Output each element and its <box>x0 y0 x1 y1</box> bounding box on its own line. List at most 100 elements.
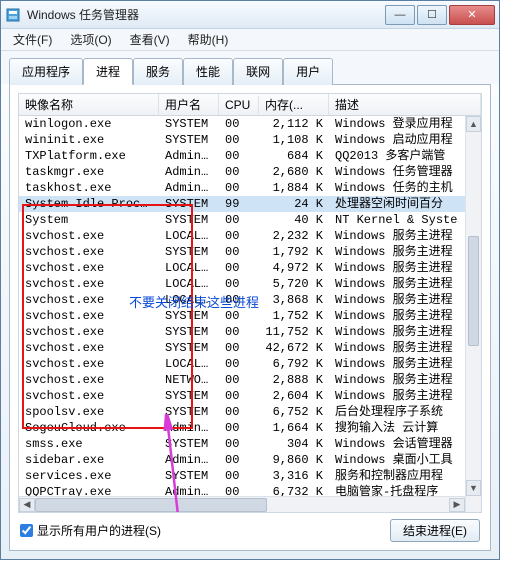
vertical-scroll-thumb[interactable] <box>468 236 479 346</box>
cell-m: 9,860 K <box>259 452 329 468</box>
table-row[interactable]: services.exeSYSTEM003,316 K服务和控制器应用程 <box>19 468 481 484</box>
close-button[interactable]: ✕ <box>449 5 495 25</box>
cell-img: System <box>19 212 159 228</box>
cell-m: 1,884 K <box>259 180 329 196</box>
cell-m: 1,664 K <box>259 420 329 436</box>
table-row[interactable]: svchost.exeLOCAL..006,792 KWindows 服务主进程 <box>19 356 481 372</box>
cell-m: 2,604 K <box>259 388 329 404</box>
cell-c: 00 <box>219 388 259 404</box>
cell-img: svchost.exe <box>19 260 159 276</box>
cell-u: SYSTEM <box>159 212 219 228</box>
table-row[interactable]: SystemSYSTEM0040 KNT Kernel & Syste <box>19 212 481 228</box>
minimize-button[interactable]: — <box>385 5 415 25</box>
table-row[interactable]: svchost.exeSYSTEM001,752 KWindows 服务主进程 <box>19 308 481 324</box>
cell-u: NETWO.. <box>159 372 219 388</box>
vertical-scrollbar[interactable]: ▲ ▼ <box>465 116 481 512</box>
cell-img: svchost.exe <box>19 308 159 324</box>
col-memory[interactable]: 内存(... <box>259 94 329 115</box>
cell-d: QQ2013 多客户端管 <box>329 148 481 164</box>
show-all-users-input[interactable] <box>20 524 33 537</box>
scroll-right-button[interactable]: ▶ <box>449 498 465 512</box>
cell-c: 00 <box>219 228 259 244</box>
cell-img: svchost.exe <box>19 340 159 356</box>
cell-d: 处理器空闲时间百分 <box>329 196 481 212</box>
tab-services[interactable]: 服务 <box>133 58 183 85</box>
titlebar[interactable]: Windows 任务管理器 — ☐ ✕ <box>1 1 499 29</box>
cell-d: 后台处理程序子系统 <box>329 404 481 420</box>
cell-m: 42,672 K <box>259 340 329 356</box>
horizontal-scrollbar[interactable]: ◀ ▶ <box>19 496 465 512</box>
menu-view[interactable]: 查看(V) <box>122 29 178 50</box>
cell-c: 00 <box>219 420 259 436</box>
menu-options[interactable]: 选项(O) <box>62 29 119 50</box>
horizontal-scroll-thumb[interactable] <box>35 498 267 512</box>
col-image-name[interactable]: 映像名称 <box>19 94 159 115</box>
menu-help[interactable]: 帮助(H) <box>180 29 237 50</box>
table-row[interactable]: svchost.exeLOCAL..003,868 KWindows 服务主进程 <box>19 292 481 308</box>
cell-u: Admin.. <box>159 180 219 196</box>
cell-m: 1,752 K <box>259 308 329 324</box>
maximize-button[interactable]: ☐ <box>417 5 447 25</box>
cell-c: 00 <box>219 292 259 308</box>
cell-c: 00 <box>219 180 259 196</box>
cell-m: 6,792 K <box>259 356 329 372</box>
cell-u: SYSTEM <box>159 308 219 324</box>
cell-img: taskhost.exe <box>19 180 159 196</box>
table-row[interactable]: svchost.exeLOCAL..005,720 KWindows 服务主进程 <box>19 276 481 292</box>
cell-d: 服务和控制器应用程 <box>329 468 481 484</box>
cell-c: 00 <box>219 324 259 340</box>
table-row[interactable]: svchost.exeSYSTEM0011,752 KWindows 服务主进程 <box>19 324 481 340</box>
table-row[interactable]: svchost.exeSYSTEM001,792 KWindows 服务主进程 <box>19 244 481 260</box>
cell-img: services.exe <box>19 468 159 484</box>
table-row[interactable]: winlogon.exeSYSTEM002,112 KWindows 登录应用程 <box>19 116 481 132</box>
cell-d: Windows 服务主进程 <box>329 260 481 276</box>
col-cpu[interactable]: CPU <box>219 96 259 114</box>
menu-file[interactable]: 文件(F) <box>5 29 60 50</box>
process-table: 映像名称 用户名 CPU 内存(... 描述 winlogon.exeSYSTE… <box>18 93 482 513</box>
tab-networking[interactable]: 联网 <box>233 58 283 85</box>
cell-img: svchost.exe <box>19 372 159 388</box>
table-row[interactable]: SogouCloud.exeAdmin..001,664 K搜狗输入法 云计算 <box>19 420 481 436</box>
cell-c: 00 <box>219 276 259 292</box>
table-row[interactable]: wininit.exeSYSTEM001,108 KWindows 启动应用程 <box>19 132 481 148</box>
table-row[interactable]: taskhost.exeAdmin..001,884 KWindows 任务的主… <box>19 180 481 196</box>
table-row[interactable]: System Idle ProcessSYSTEM9924 K处理器空闲时间百分 <box>19 196 481 212</box>
table-row[interactable]: svchost.exeLOCAL..002,232 KWindows 服务主进程 <box>19 228 481 244</box>
cell-c: 99 <box>219 196 259 212</box>
scroll-left-button[interactable]: ◀ <box>19 498 35 512</box>
table-row[interactable]: smss.exeSYSTEM00304 KWindows 会话管理器 <box>19 436 481 452</box>
tab-applications[interactable]: 应用程序 <box>9 58 83 85</box>
table-header: 映像名称 用户名 CPU 内存(... 描述 <box>19 94 481 116</box>
cell-d: Windows 任务的主机 <box>329 180 481 196</box>
cell-d: Windows 服务主进程 <box>329 340 481 356</box>
cell-m: 304 K <box>259 436 329 452</box>
col-user[interactable]: 用户名 <box>159 94 219 115</box>
tab-users[interactable]: 用户 <box>283 58 333 85</box>
cell-d: Windows 桌面小工具 <box>329 452 481 468</box>
cell-d: Windows 服务主进程 <box>329 228 481 244</box>
col-description[interactable]: 描述 <box>329 94 481 115</box>
table-row[interactable]: TXPlatform.exeAdmin..00684 KQQ2013 多客户端管 <box>19 148 481 164</box>
cell-u: SYSTEM <box>159 132 219 148</box>
table-row[interactable]: svchost.exeNETWO..002,888 KWindows 服务主进程 <box>19 372 481 388</box>
scroll-down-button[interactable]: ▼ <box>466 480 481 496</box>
end-process-button[interactable]: 结束进程(E) <box>390 519 480 542</box>
cell-d: NT Kernel & Syste <box>329 212 481 228</box>
cell-m: 2,888 K <box>259 372 329 388</box>
cell-img: winlogon.exe <box>19 116 159 132</box>
show-all-users-checkbox[interactable]: 显示所有用户的进程(S) <box>20 522 161 539</box>
table-row[interactable]: spoolsv.exeSYSTEM006,752 K后台处理程序子系统 <box>19 404 481 420</box>
cell-m: 3,316 K <box>259 468 329 484</box>
table-row[interactable]: sidebar.exeAdmin..009,860 KWindows 桌面小工具 <box>19 452 481 468</box>
tab-processes[interactable]: 进程 <box>83 58 133 85</box>
tab-performance[interactable]: 性能 <box>183 58 233 85</box>
table-row[interactable]: svchost.exeSYSTEM002,604 KWindows 服务主进程 <box>19 388 481 404</box>
footer-bar: 显示所有用户的进程(S) 结束进程(E) <box>18 513 482 542</box>
table-row[interactable]: taskmgr.exeAdmin..002,680 KWindows 任务管理器 <box>19 164 481 180</box>
table-row[interactable]: svchost.exeLOCAL..004,972 KWindows 服务主进程 <box>19 260 481 276</box>
cell-u: SYSTEM <box>159 244 219 260</box>
table-row[interactable]: svchost.exeSYSTEM0042,672 KWindows 服务主进程 <box>19 340 481 356</box>
cell-img: spoolsv.exe <box>19 404 159 420</box>
cell-d: Windows 服务主进程 <box>329 244 481 260</box>
scroll-up-button[interactable]: ▲ <box>466 116 481 132</box>
